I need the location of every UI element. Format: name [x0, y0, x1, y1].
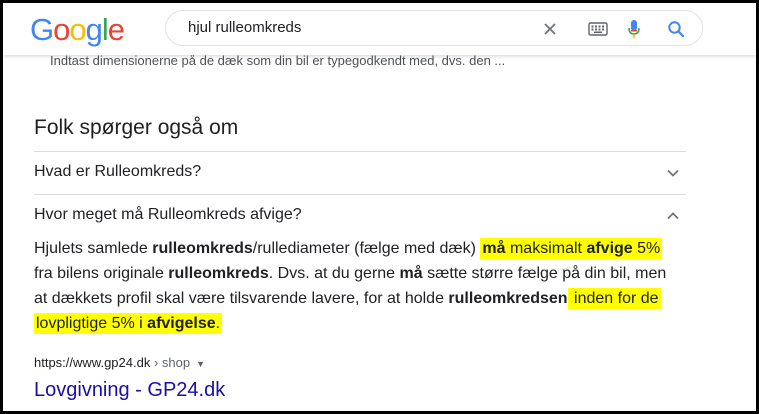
mic-icon[interactable]	[622, 17, 646, 41]
highlight: inden for de	[567, 288, 661, 309]
result-title-link[interactable]: Lovgivning - GP24.dk	[34, 379, 225, 402]
caret-down-icon[interactable]: ▼	[196, 359, 205, 369]
highlight: må maksimalt afvige 5%	[480, 238, 663, 259]
answer-text: Hjulets samlede rulleomkreds/rullediamet…	[34, 238, 667, 334]
close-icon[interactable]	[538, 17, 562, 41]
search-box[interactable]: hjul rulleomkreds	[165, 10, 703, 46]
search-header: Google hjul rulleomkreds	[3, 3, 756, 55]
question-item[interactable]: Hvad er Rulleomkreds?	[34, 163, 201, 181]
result-url[interactable]: https://www.gp24.dk › shop ▼	[34, 355, 205, 370]
keyboard-icon[interactable]	[586, 17, 610, 41]
divider	[34, 194, 686, 195]
question-item[interactable]: Hvor meget må Rulleomkreds afvige?	[34, 206, 302, 224]
highlight: lovpligtige 5% i afvigelse.	[34, 313, 223, 334]
chevron-down-icon[interactable]	[665, 165, 681, 181]
chevron-up-icon[interactable]	[665, 208, 681, 224]
snippet-text: Indtast dimensionerne på de dæk som din …	[50, 53, 506, 68]
google-logo[interactable]: Google	[30, 12, 125, 48]
divider	[34, 151, 686, 152]
search-input[interactable]: hjul rulleomkreds	[188, 19, 301, 36]
search-icon[interactable]	[664, 17, 688, 41]
people-also-ask-heading: Folk spørger også om	[34, 116, 239, 139]
